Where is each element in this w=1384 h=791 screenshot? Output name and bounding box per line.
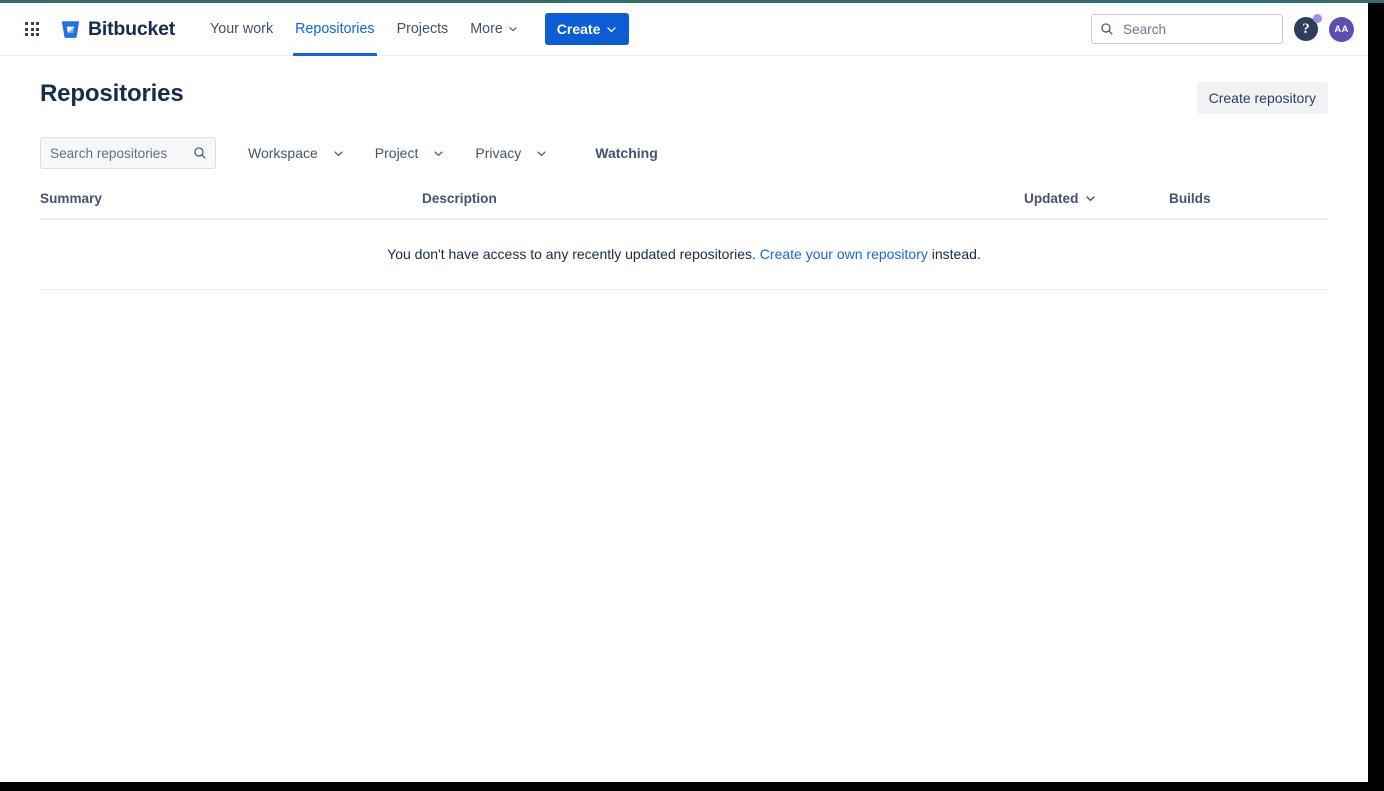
- page-content-inner: Repositories Create repository: [40, 56, 1328, 290]
- nav-item-your-work[interactable]: Your work: [199, 3, 284, 56]
- nav-right-cluster: ? AA: [1091, 14, 1354, 44]
- grid-glyph: [25, 22, 39, 36]
- create-button[interactable]: Create: [545, 13, 630, 45]
- search-input[interactable]: [1091, 14, 1283, 44]
- chevron-down-icon: [536, 148, 547, 159]
- filter-privacy[interactable]: Privacy: [466, 137, 556, 169]
- chevron-down-icon: [606, 24, 617, 35]
- chevron-down-icon: [333, 148, 344, 159]
- nav-item-repositories[interactable]: Repositories: [284, 3, 385, 56]
- page-title: Repositories: [40, 80, 184, 109]
- avatar-initials: AA: [1334, 24, 1348, 35]
- column-header-description: Description: [422, 191, 1024, 219]
- brand-name: Bitbucket: [88, 18, 175, 41]
- nav-item-more[interactable]: More: [459, 3, 529, 56]
- nav-item-label: Your work: [210, 21, 273, 37]
- column-header-builds: Builds: [1169, 191, 1328, 219]
- filter-bar: Workspace Project: [40, 137, 1328, 169]
- help-question-mark: ?: [1302, 22, 1310, 37]
- chevron-down-icon: [508, 24, 518, 34]
- filter-label: Workspace: [248, 145, 318, 161]
- column-label: Description: [422, 191, 497, 206]
- app-switcher-icon[interactable]: [16, 13, 48, 45]
- filter-label: Privacy: [475, 145, 521, 161]
- create-your-own-repository-link[interactable]: Create your own repository: [760, 246, 928, 262]
- empty-state-cell: You don't have access to any recently up…: [40, 219, 1328, 290]
- repositories-table: Summary Description Updated: [40, 191, 1328, 290]
- sort-updated-button[interactable]: Updated: [1024, 191, 1096, 206]
- page-content: Repositories Create repository: [0, 56, 1368, 290]
- repository-search: [40, 137, 216, 169]
- global-search: [1091, 14, 1283, 44]
- nav-left-cluster: Bitbucket Your work Repositories Project…: [16, 3, 629, 55]
- create-button-label: Create: [557, 21, 601, 37]
- column-label: Summary: [40, 191, 102, 206]
- chevron-down-icon: [1085, 193, 1096, 204]
- column-label: Builds: [1169, 191, 1211, 206]
- notification-badge-dot: [1313, 14, 1322, 23]
- nav-item-label: Repositories: [295, 21, 374, 37]
- bitbucket-logo-icon: [60, 19, 81, 40]
- table-head: Summary Description Updated: [40, 191, 1328, 219]
- screen: Bitbucket Your work Repositories Project…: [0, 0, 1384, 791]
- help-icon[interactable]: ?: [1294, 17, 1318, 41]
- chevron-down-icon: [433, 148, 444, 159]
- filter-workspace[interactable]: Workspace: [239, 137, 353, 169]
- nav-item-label: Projects: [397, 21, 449, 37]
- column-label: Updated: [1024, 191, 1078, 206]
- bitbucket-home-link[interactable]: Bitbucket: [60, 3, 175, 55]
- column-header-summary: Summary: [40, 191, 422, 219]
- page-header: Repositories Create repository: [40, 56, 1328, 114]
- column-header-updated: Updated: [1024, 191, 1169, 219]
- empty-state-text-after: instead.: [932, 246, 981, 262]
- table-header-row: Summary Description Updated: [40, 191, 1328, 219]
- primary-nav: Your work Repositories Projects More: [199, 3, 529, 56]
- nav-item-label: More: [470, 21, 503, 37]
- avatar[interactable]: AA: [1329, 17, 1354, 42]
- filter-watching[interactable]: Watching: [586, 137, 666, 169]
- browser-viewport: Bitbucket Your work Repositories Project…: [0, 3, 1368, 782]
- top-navigation-bar: Bitbucket Your work Repositories Project…: [0, 3, 1368, 56]
- table-empty-state-row: You don't have access to any recently up…: [40, 219, 1328, 290]
- search-repositories-input[interactable]: [40, 137, 216, 169]
- table-body: You don't have access to any recently up…: [40, 219, 1328, 290]
- create-repository-button[interactable]: Create repository: [1197, 82, 1328, 114]
- empty-state-text-before: You don't have access to any recently up…: [387, 246, 756, 262]
- filter-project[interactable]: Project: [366, 137, 454, 169]
- filter-label: Project: [375, 145, 419, 161]
- nav-item-projects[interactable]: Projects: [386, 3, 460, 56]
